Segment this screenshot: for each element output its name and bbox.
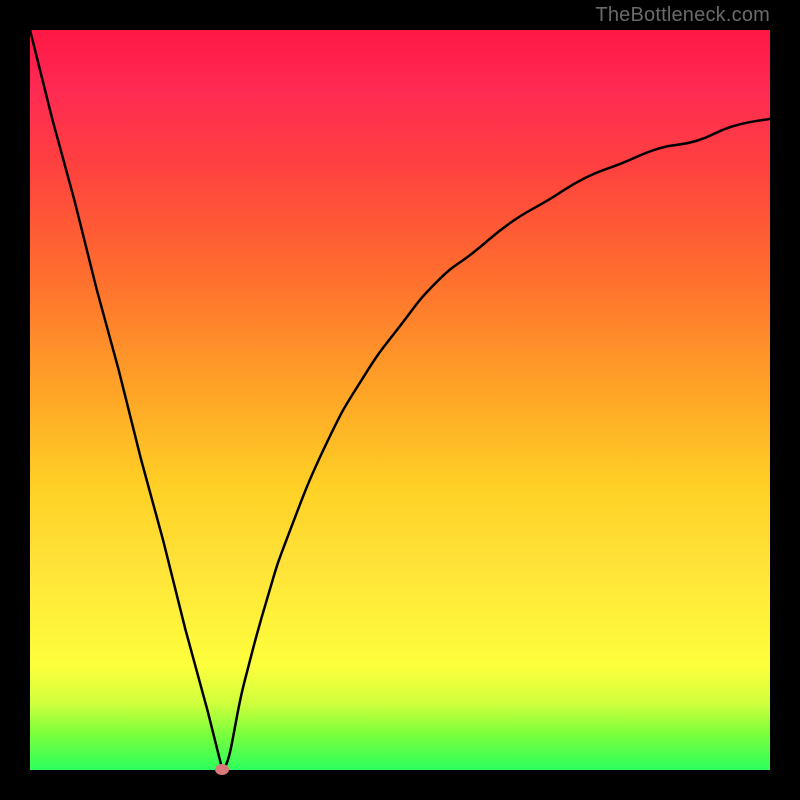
min-marker <box>215 764 229 775</box>
chart-frame: TheBottleneck.com <box>0 0 800 800</box>
plot-area <box>30 30 770 770</box>
curve-svg <box>30 30 770 770</box>
bottleneck-curve <box>30 30 770 770</box>
watermark-text: TheBottleneck.com <box>595 4 770 27</box>
